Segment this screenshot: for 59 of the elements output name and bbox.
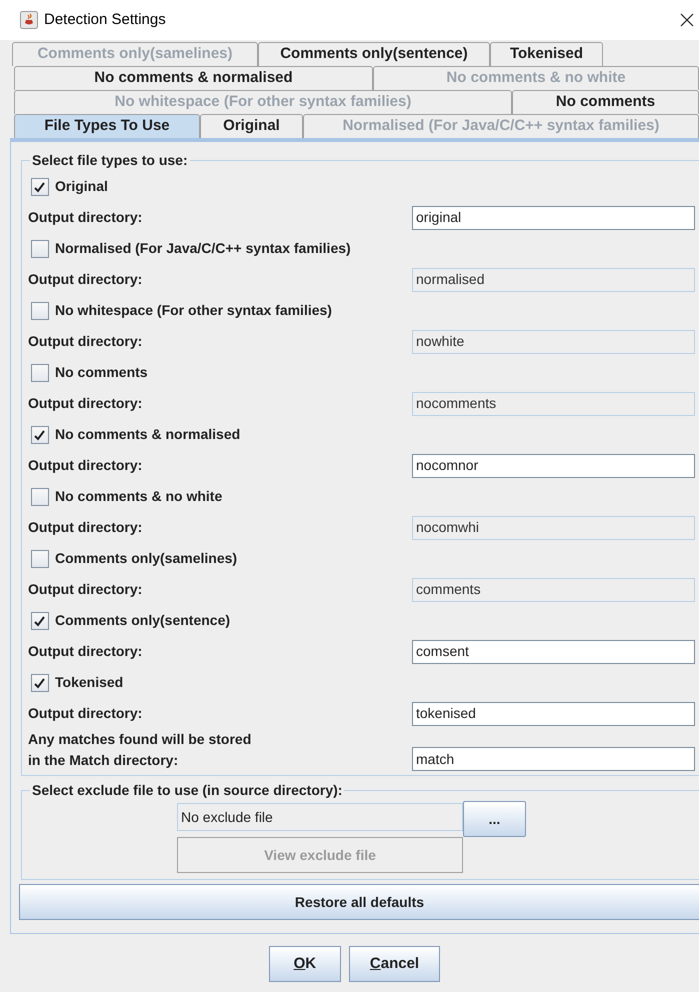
field-label: Output directory: — [28, 394, 144, 413]
field-label: Output directory: — [28, 518, 144, 537]
checkbox[interactable] — [31, 612, 49, 630]
window-title: Detection Settings — [44, 10, 166, 30]
checkmark-icon — [34, 180, 46, 192]
checkbox-label[interactable]: Tokenised — [55, 672, 124, 693]
checkbox[interactable] — [31, 178, 49, 196]
directory-field[interactable]: nocomnor — [412, 454, 695, 478]
checkbox-label[interactable]: Normalised (For Java/C/C++ syntax families) — [55, 238, 351, 259]
close-icon[interactable] — [679, 12, 695, 28]
group-title: Select exclude file to use (in source directory): — [31, 781, 344, 800]
directory-field[interactable]: match — [412, 747, 695, 771]
dialog-button[interactable]: Cancel — [348, 946, 440, 982]
directory-field[interactable]: comsent — [412, 640, 695, 664]
checkmark-icon — [34, 614, 46, 626]
app-icon — [20, 11, 38, 29]
restore-defaults-button[interactable]: Restore all defaults — [19, 884, 699, 920]
directory-field[interactable]: nocomwhi — [412, 516, 695, 540]
tab[interactable]: File Types To Use — [14, 114, 200, 138]
checkbox[interactable] — [31, 240, 49, 258]
field-label: in the Match directory: — [28, 751, 180, 770]
checkbox-label[interactable]: No comments — [55, 362, 148, 383]
browse-button[interactable]: ... — [463, 801, 526, 837]
checkbox[interactable] — [31, 302, 49, 320]
field-label: Output directory: — [28, 270, 144, 289]
checkbox[interactable] — [31, 488, 49, 506]
directory-field[interactable]: nowhite — [412, 330, 695, 354]
checkmark-icon — [34, 428, 46, 440]
checkbox-label[interactable]: No whitespace (For other syntax families) — [55, 300, 332, 321]
field-label: Output directory: — [28, 704, 144, 723]
checkbox-label[interactable]: No comments & no white — [55, 486, 222, 507]
field-label: Any matches found will be stored — [28, 730, 252, 749]
checkbox[interactable] — [31, 364, 49, 382]
field-label: Output directory: — [28, 642, 144, 661]
exclude-file-field[interactable]: No exclude file — [177, 803, 463, 831]
directory-field[interactable]: original — [412, 206, 695, 230]
checkbox-label[interactable]: No comments & normalised — [55, 424, 240, 445]
checkbox[interactable] — [31, 426, 49, 444]
tab[interactable]: No comments — [512, 90, 699, 114]
checkbox-label[interactable]: Original — [55, 176, 108, 197]
checkbox-label[interactable]: Comments only(sentence) — [55, 610, 230, 631]
tab[interactable]: Tokenised — [490, 42, 603, 66]
directory-field[interactable]: comments — [412, 578, 695, 602]
field-label: Output directory: — [28, 208, 144, 227]
checkbox[interactable] — [31, 550, 49, 568]
field-label: Output directory: — [28, 456, 144, 475]
tab[interactable]: No comments & normalised — [14, 66, 373, 90]
directory-field[interactable]: nocomments — [412, 392, 695, 416]
field-label: Output directory: — [28, 580, 144, 599]
group-title: Select file types to use: — [31, 151, 189, 170]
tab[interactable]: Original — [200, 114, 303, 138]
checkbox-label[interactable]: Comments only(samelines) — [55, 548, 238, 569]
directory-field[interactable]: tokenised — [412, 702, 695, 726]
directory-field[interactable]: normalised — [412, 268, 695, 292]
field-label: Output directory: — [28, 332, 144, 351]
checkbox[interactable] — [31, 674, 49, 692]
tab[interactable]: Comments only(sentence) — [258, 42, 490, 66]
checkmark-icon — [34, 676, 46, 688]
dialog-button[interactable]: OK — [268, 946, 341, 982]
